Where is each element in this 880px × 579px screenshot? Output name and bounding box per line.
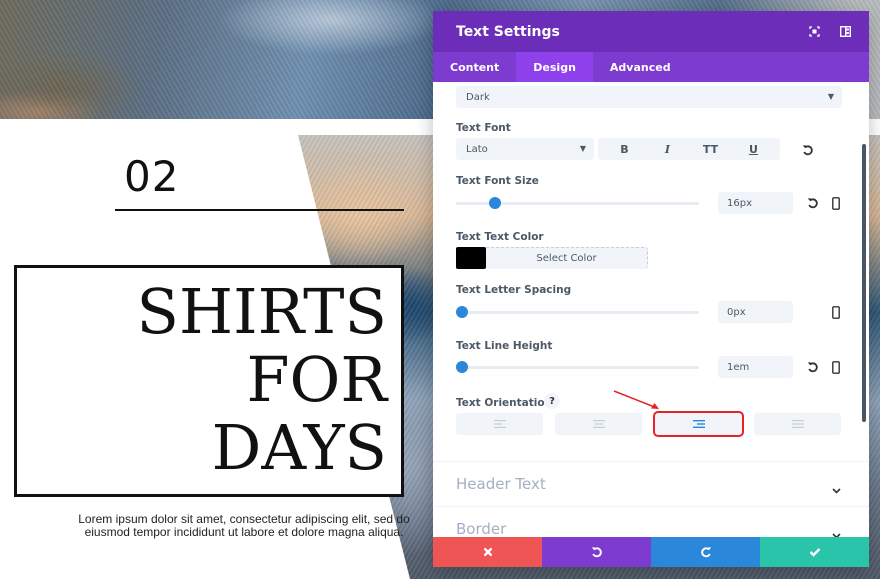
- checkmark-icon: [809, 548, 820, 557]
- text-settings-panel: Text Settings Content Design Advanced Da…: [433, 11, 869, 567]
- panel-tabs: Content Design Advanced: [433, 52, 869, 82]
- section-border[interactable]: Border: [433, 506, 869, 537]
- align-left-button[interactable]: [456, 413, 543, 435]
- text-color-select[interactable]: Dark ▼: [456, 86, 842, 108]
- save-button[interactable]: [760, 537, 869, 567]
- section-number: 02: [124, 152, 180, 201]
- mobile-icon[interactable]: [829, 305, 843, 319]
- tab-advanced[interactable]: Advanced: [593, 52, 688, 82]
- title-line-3: DAYS: [211, 411, 387, 484]
- align-center-button[interactable]: [555, 413, 642, 435]
- text-letter-spacing-input[interactable]: 0px: [718, 301, 793, 323]
- text-color-select-value: Dark: [466, 91, 490, 103]
- panel-footer: [433, 537, 869, 567]
- text-letter-spacing-label: Text Letter Spacing: [456, 284, 572, 296]
- text-line-height-input[interactable]: 1em: [718, 356, 793, 378]
- section-title: Border: [456, 520, 507, 537]
- panel-title: Text Settings: [456, 23, 560, 40]
- mobile-icon[interactable]: [829, 360, 843, 374]
- expand-icon[interactable]: [807, 25, 821, 39]
- slider-handle[interactable]: [489, 197, 501, 209]
- close-icon: [483, 547, 492, 557]
- redo-button[interactable]: [651, 537, 760, 567]
- text-text-color-label: Text Text Color: [456, 231, 544, 243]
- number-divider: [115, 209, 404, 211]
- chevron-down-icon: [832, 479, 841, 498]
- align-justify-icon: [791, 420, 804, 428]
- text-font-label: Text Font: [456, 122, 511, 134]
- align-center-icon: [592, 420, 605, 428]
- caret-down-icon: ▼: [579, 144, 586, 153]
- select-color-button[interactable]: Select Color: [486, 247, 648, 269]
- cancel-button[interactable]: [433, 537, 542, 567]
- slider-handle[interactable]: [456, 361, 468, 373]
- text-orientation-label: Text Orientation: [456, 397, 553, 409]
- text-line-height-slider[interactable]: [456, 361, 699, 373]
- text-font-value: Lato: [466, 143, 488, 155]
- text-font-size-label: Text Font Size: [456, 175, 539, 187]
- chevron-down-icon: [832, 524, 841, 537]
- reset-icon[interactable]: [806, 196, 820, 210]
- tab-design[interactable]: Design: [516, 52, 593, 82]
- text-line-height-label: Text Line Height: [456, 340, 553, 352]
- panel-header: Text Settings: [433, 11, 869, 52]
- title-line-1: SHIRTS: [136, 275, 387, 348]
- redo-icon: [700, 547, 711, 558]
- tab-content[interactable]: Content: [433, 52, 516, 82]
- title-line-2: FOR: [246, 343, 387, 416]
- text-font-size-input[interactable]: 16px: [718, 192, 793, 214]
- undo-button[interactable]: [542, 537, 651, 567]
- color-swatch[interactable]: [456, 247, 486, 269]
- align-right-icon: [692, 420, 705, 428]
- body-text-line-2: eiusmod tempor incididunt ut labore et d…: [84, 525, 404, 539]
- align-right-button[interactable]: [653, 411, 744, 437]
- body-text: Lorem ipsum dolor sit amet, consectetur …: [70, 513, 418, 539]
- split-view-icon[interactable]: [838, 25, 852, 39]
- title-box[interactable]: SHIRTS FOR DAYS: [14, 265, 404, 497]
- help-icon[interactable]: ?: [544, 393, 560, 409]
- undo-icon: [591, 547, 602, 558]
- align-justify-button[interactable]: [754, 413, 841, 435]
- panel-scrollbar[interactable]: [862, 144, 866, 422]
- caret-down-icon: ▼: [827, 92, 834, 101]
- annotation-arrow-icon: [613, 390, 659, 409]
- section-header-text[interactable]: Header Text: [433, 461, 869, 506]
- reset-icon[interactable]: [801, 143, 815, 157]
- section-title: Header Text: [456, 475, 546, 493]
- text-letter-spacing-slider[interactable]: [456, 306, 699, 318]
- underline-button[interactable]: U: [727, 138, 780, 160]
- text-font-select[interactable]: Lato ▼: [456, 138, 594, 160]
- mobile-icon[interactable]: [829, 196, 843, 210]
- text-font-size-slider[interactable]: [456, 197, 699, 209]
- slider-handle[interactable]: [456, 306, 468, 318]
- panel-body: Dark ▼ Text Font Lato ▼ B I TT U Text Fo…: [433, 82, 869, 537]
- reset-icon[interactable]: [806, 360, 820, 374]
- align-left-icon: [493, 420, 506, 428]
